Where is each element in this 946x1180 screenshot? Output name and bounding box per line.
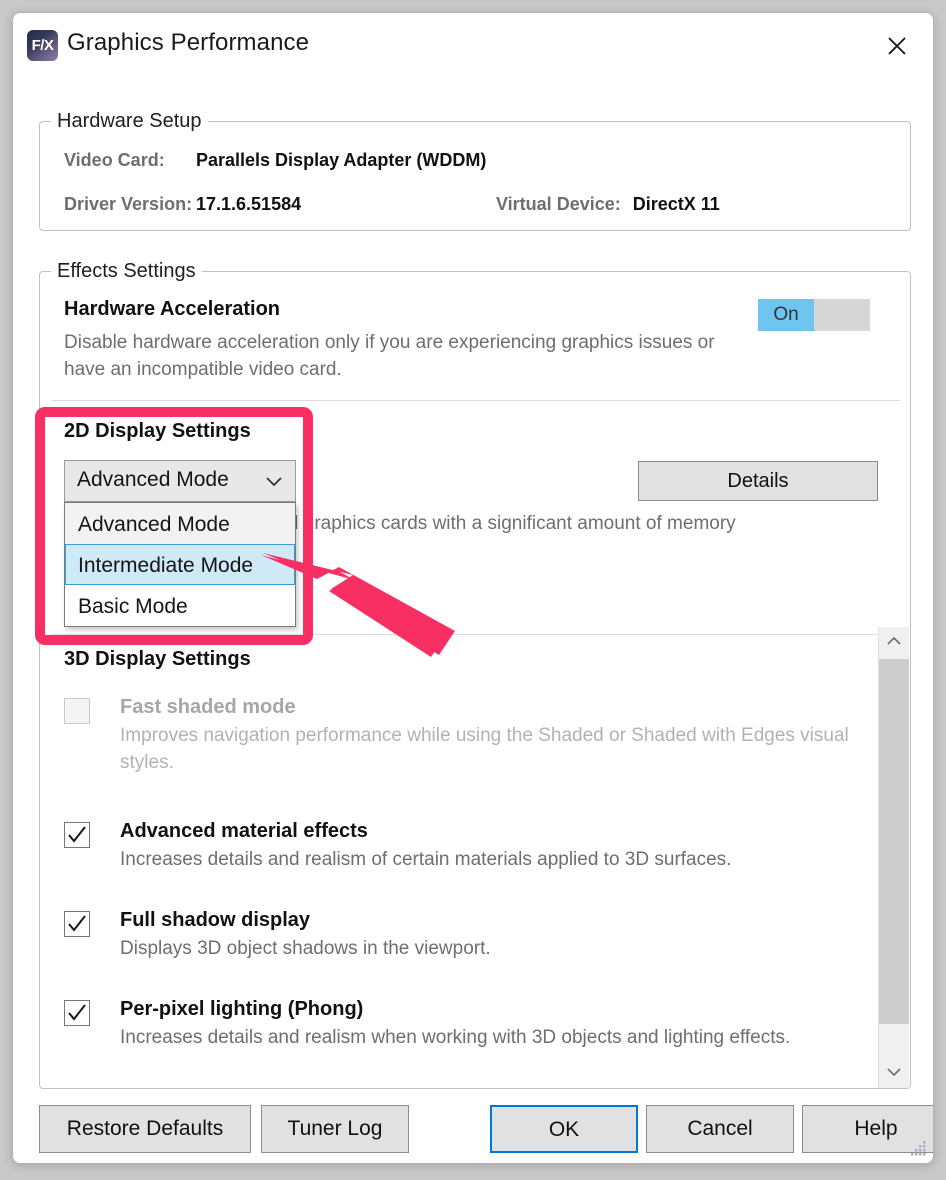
chevron-down-icon	[265, 475, 283, 493]
close-button[interactable]	[875, 27, 919, 65]
advanced-material-effects-checkbox[interactable]	[64, 822, 90, 848]
hardware-acceleration-toggle-state: On	[758, 299, 814, 331]
checkbox-item-advanced-material-effects: Advanced material effects Increases deta…	[64, 820, 864, 873]
cancel-button[interactable]: Cancel	[646, 1105, 794, 1153]
two-d-mode-selected-value: Advanced Mode	[77, 468, 229, 491]
two-d-display-settings-title: 2D Display Settings	[64, 420, 251, 442]
fast-shaded-mode-checkbox	[64, 698, 90, 724]
checkbox-item-per-pixel-lighting: Per-pixel lighting (Phong) Increases det…	[64, 998, 864, 1051]
details-button[interactable]: Details	[638, 461, 878, 501]
resize-grip[interactable]	[909, 1139, 927, 1157]
hardware-acceleration-title: Hardware Acceleration	[64, 298, 281, 320]
fast-shaded-mode-description: Improves navigation performance while us…	[120, 725, 849, 773]
checkmark-icon	[65, 912, 89, 936]
scroll-down-button[interactable]	[879, 1058, 909, 1088]
graphics-performance-dialog: F/X Graphics Performance Hardware Setup …	[12, 12, 934, 1164]
divider-2	[52, 634, 900, 635]
hardware-acceleration-toggle[interactable]: On	[758, 299, 870, 331]
chevron-up-icon	[886, 633, 902, 651]
virtual-device-label: Virtual Device:	[496, 194, 621, 214]
close-icon	[886, 35, 908, 57]
fast-shaded-mode-label: Fast shaded mode	[120, 696, 296, 718]
full-shadow-display-description: Displays 3D object shadows in the viewpo…	[120, 938, 491, 959]
driver-version-label: Driver Version:	[64, 194, 193, 214]
effects-settings-group: Effects Settings Hardware Acceleration D…	[39, 260, 911, 1089]
video-card-label: Video Card:	[64, 150, 165, 170]
checkmark-icon	[65, 1001, 89, 1025]
dropdown-option-basic-mode[interactable]: Basic Mode	[65, 585, 295, 626]
effects-settings-legend: Effects Settings	[51, 260, 202, 283]
checkbox-item-fast-shaded-mode: Fast shaded mode Improves navigation per…	[64, 696, 864, 776]
two-d-mode-dropdown-list: Advanced Mode Intermediate Mode Basic Mo…	[64, 502, 296, 627]
title-bar: F/X Graphics Performance	[13, 13, 933, 75]
per-pixel-lighting-checkbox[interactable]	[64, 1000, 90, 1026]
checkbox-item-full-shadow-display: Full shadow display Displays 3D object s…	[64, 909, 864, 962]
ok-button[interactable]: OK	[490, 1105, 638, 1153]
full-shadow-display-label: Full shadow display	[120, 909, 311, 931]
video-card-value: Parallels Display Adapter (WDDM)	[196, 150, 487, 170]
dropdown-option-advanced-mode[interactable]: Advanced Mode	[65, 503, 295, 544]
tuner-log-button[interactable]: Tuner Log	[261, 1105, 409, 1153]
driver-version-row: Driver Version: 17.1.6.51584 Virtual Devic…	[64, 194, 720, 215]
chevron-down-icon	[886, 1064, 902, 1082]
dropdown-option-intermediate-mode[interactable]: Intermediate Mode	[65, 544, 295, 585]
hardware-acceleration-description: Disable hardware acceleration only if yo…	[64, 332, 715, 380]
hardware-setup-group: Hardware Setup Video Card: Parallels Disp…	[39, 110, 911, 231]
hardware-setup-legend: Hardware Setup	[51, 110, 208, 133]
full-shadow-display-checkbox[interactable]	[64, 911, 90, 937]
window-title: Graphics Performance	[67, 29, 310, 56]
three-d-settings-scrollbar[interactable]	[878, 627, 909, 1088]
advanced-material-effects-label: Advanced material effects	[120, 820, 368, 842]
video-card-row: Video Card: Parallels Display Adapter (WD…	[64, 150, 486, 171]
advanced-material-effects-description: Increases details and realism of certain…	[120, 849, 732, 870]
checkmark-icon	[65, 823, 89, 847]
per-pixel-lighting-label: Per-pixel lighting (Phong)	[120, 998, 364, 1020]
per-pixel-lighting-description: Increases details and realism when worki…	[120, 1027, 791, 1048]
two-d-mode-combobox[interactable]: Advanced Mode	[64, 460, 296, 502]
fx-app-icon: F/X	[27, 30, 58, 61]
two-d-mode-combobox-wrapper: Advanced Mode Advanced Mode Intermediate…	[64, 460, 296, 627]
restore-defaults-button[interactable]: Restore Defaults	[39, 1105, 251, 1153]
driver-version-value: 17.1.6.51584	[196, 194, 302, 214]
three-d-display-settings-title: 3D Display Settings	[64, 648, 251, 670]
divider-1	[52, 400, 900, 401]
scrollbar-thumb[interactable]	[879, 659, 909, 1024]
scroll-up-button[interactable]	[879, 627, 909, 657]
virtual-device-value: DirectX 11	[632, 194, 720, 214]
